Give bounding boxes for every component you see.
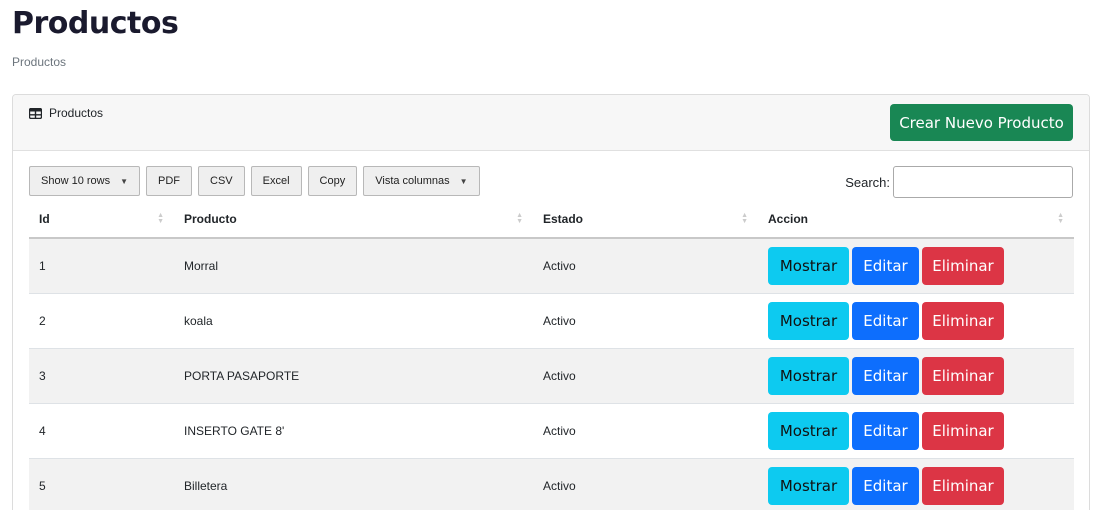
show-button[interactable]: Mostrar xyxy=(768,466,849,505)
table-row: 4 INSERTO GATE 8' Activo Mostrar Editar … xyxy=(29,403,1074,459)
card-header: Productos Crear Nuevo Producto xyxy=(13,95,1089,151)
edit-button[interactable]: Editar xyxy=(852,356,919,395)
cell-actions: Mostrar Editar Eliminar xyxy=(758,348,1074,404)
edit-button[interactable]: Editar xyxy=(852,301,919,340)
cell-estado: Activo xyxy=(533,238,758,294)
caret-down-icon: ▼ xyxy=(459,176,468,186)
sort-icon: ▲ ▼ xyxy=(741,212,748,225)
cell-estado: Activo xyxy=(533,293,758,349)
column-header-label: Estado xyxy=(543,212,584,226)
cell-producto: koala xyxy=(174,293,533,349)
table-row: 5 Billetera Activo Mostrar Editar Elimin… xyxy=(29,458,1074,510)
cell-producto: Billetera xyxy=(174,458,533,510)
sort-icon: ▲ ▼ xyxy=(516,212,523,225)
column-header-estado[interactable]: Estado ▲ ▼ xyxy=(533,201,758,239)
cell-producto: Morral xyxy=(174,238,533,294)
pdf-button[interactable]: PDF xyxy=(146,166,193,196)
delete-button[interactable]: Eliminar xyxy=(922,466,1004,505)
show-rows-label: Show 10 rows xyxy=(41,175,111,187)
cell-actions: Mostrar Editar Eliminar xyxy=(758,238,1074,294)
column-header-producto[interactable]: Producto ▲ ▼ xyxy=(174,201,533,239)
show-button[interactable]: Mostrar xyxy=(768,246,849,285)
show-rows-button[interactable]: Show 10 rows ▼ xyxy=(29,166,141,196)
card-header-label: Productos xyxy=(49,106,104,120)
products-table: Id ▲ ▼ Producto ▲ ▼ Estado ▲ ▼ Accion ▲ ▼ xyxy=(29,201,1074,510)
column-header-label: Accion xyxy=(768,212,809,226)
cell-estado: Activo xyxy=(533,458,758,510)
cell-id: 3 xyxy=(29,348,174,404)
table-row: 1 Morral Activo Mostrar Editar Eliminar xyxy=(29,238,1074,294)
delete-button[interactable]: Eliminar xyxy=(922,246,1004,285)
cell-actions: Mostrar Editar Eliminar xyxy=(758,458,1074,510)
cell-id: 1 xyxy=(29,238,174,294)
column-header-accion[interactable]: Accion ▲ ▼ xyxy=(758,201,1074,239)
cell-actions: Mostrar Editar Eliminar xyxy=(758,403,1074,459)
edit-button[interactable]: Editar xyxy=(852,466,919,505)
table-icon xyxy=(29,107,42,119)
search-input[interactable] xyxy=(893,166,1073,198)
excel-button[interactable]: Excel xyxy=(250,166,302,196)
cell-id: 2 xyxy=(29,293,174,349)
edit-button[interactable]: Editar xyxy=(852,411,919,450)
cell-estado: Activo xyxy=(533,403,758,459)
sort-icon: ▲ ▼ xyxy=(1057,212,1064,225)
edit-button[interactable]: Editar xyxy=(852,246,919,285)
products-card: Productos Crear Nuevo Producto Show 10 r… xyxy=(12,94,1090,510)
show-button[interactable]: Mostrar xyxy=(768,356,849,395)
cell-producto: INSERTO GATE 8' xyxy=(174,403,533,459)
table-row: 2 koala Activo Mostrar Editar Eliminar xyxy=(29,293,1074,349)
breadcrumb[interactable]: Productos xyxy=(12,55,66,69)
show-button[interactable]: Mostrar xyxy=(768,301,849,340)
sort-icon: ▲ ▼ xyxy=(157,212,164,225)
page-title: Productos xyxy=(12,6,179,41)
caret-down-icon: ▼ xyxy=(120,176,129,186)
cell-id: 4 xyxy=(29,403,174,459)
column-header-label: Producto xyxy=(184,212,237,226)
csv-button[interactable]: CSV xyxy=(198,166,245,196)
column-header-id[interactable]: Id ▲ ▼ xyxy=(29,201,174,239)
cell-id: 5 xyxy=(29,458,174,510)
show-button[interactable]: Mostrar xyxy=(768,411,849,450)
table-row: 3 PORTA PASAPORTE Activo Mostrar Editar … xyxy=(29,348,1074,404)
create-product-button[interactable]: Crear Nuevo Producto xyxy=(890,104,1073,141)
search-box: Search: xyxy=(845,166,1073,198)
card-header-title: Productos xyxy=(29,106,103,120)
delete-button[interactable]: Eliminar xyxy=(922,301,1004,340)
cell-actions: Mostrar Editar Eliminar xyxy=(758,293,1074,349)
column-visibility-label: Vista columnas xyxy=(375,175,450,187)
cell-estado: Activo xyxy=(533,348,758,404)
copy-button[interactable]: Copy xyxy=(307,166,358,196)
column-header-label: Id xyxy=(39,212,50,226)
delete-button[interactable]: Eliminar xyxy=(922,411,1004,450)
table-toolbar: Show 10 rows ▼ PDF CSV Excel Copy Vista … xyxy=(29,166,480,196)
search-label: Search: xyxy=(845,174,890,190)
delete-button[interactable]: Eliminar xyxy=(922,356,1004,395)
cell-producto: PORTA PASAPORTE xyxy=(174,348,533,404)
table-header-row: Id ▲ ▼ Producto ▲ ▼ Estado ▲ ▼ Accion ▲ ▼ xyxy=(29,201,1074,239)
column-visibility-button[interactable]: Vista columnas ▼ xyxy=(363,166,480,196)
